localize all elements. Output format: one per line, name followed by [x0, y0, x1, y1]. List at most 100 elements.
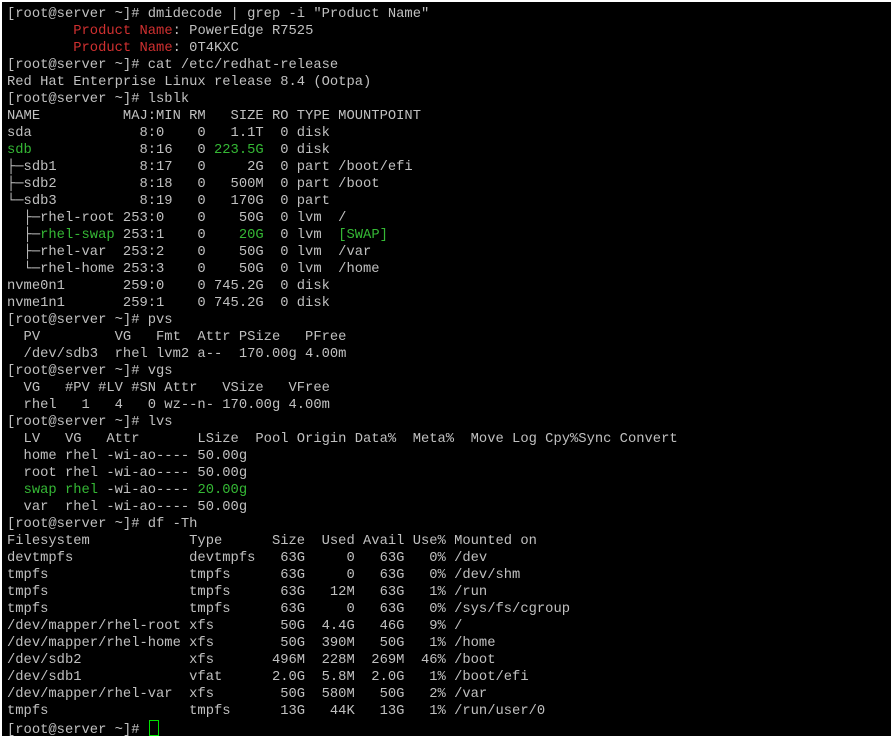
terminal-line: sdb 8:16 0 223.5G 0 disk [7, 142, 330, 159]
terminal-text: [root@server ~]# df -Th [7, 517, 198, 532]
terminal-line: tmpfs tmpfs 13G 44K 13G 1% /run/user/0 [7, 703, 545, 720]
terminal-line: sda 8:0 0 1.1T 0 disk [7, 125, 330, 142]
terminal-text: home rhel -wi-ao---- 50.00g [7, 449, 248, 464]
terminal-line: [root@server ~]# df -Th [7, 516, 197, 533]
terminal-text: [root@server ~]# lsblk [7, 92, 190, 107]
terminal-text: 0 lvm [263, 228, 339, 243]
terminal-line: nvme0n1 259:0 0 745.2G 0 disk [7, 278, 330, 295]
terminal-text: devtmpfs devtmpfs 63G 0 63G 0% /dev [7, 551, 488, 566]
terminal-text: Product Name [73, 41, 173, 56]
terminal-text: ├─rhel-var 253:2 0 50G 0 lvm /var [7, 245, 372, 260]
terminal-text: /dev/mapper/rhel-home xfs 50G 390M 50G 1… [7, 636, 496, 651]
terminal-line: tmpfs tmpfs 63G 12M 63G 1% /run [7, 584, 487, 601]
terminal-text: swap rhel [23, 483, 99, 498]
terminal-line: VG #PV #LV #SN Attr VSize VFree [7, 380, 330, 397]
terminal-text: └─sdb3 8:19 0 170G 0 part [7, 194, 330, 209]
terminal-line: /dev/sdb2 xfs 496M 228M 269M 46% /boot [7, 652, 496, 669]
terminal-line: ├─rhel-var 253:2 0 50G 0 lvm /var [7, 244, 372, 261]
terminal-line: tmpfs tmpfs 63G 0 63G 0% /sys/fs/cgroup [7, 601, 570, 618]
terminal-line: ├─rhel-root 253:0 0 50G 0 lvm / [7, 210, 347, 227]
terminal-line: [root@server ~]# dmidecode | grep -i "Pr… [7, 6, 429, 23]
terminal-line: └─sdb3 8:19 0 170G 0 part [7, 193, 330, 210]
terminal-text: /dev/mapper/rhel-var xfs 50G 580M 50G 2%… [7, 687, 488, 702]
terminal-line: /dev/sdb3 rhel lvm2 a-- 170.00g 4.00m [7, 346, 347, 363]
terminal-text: VG #PV #LV #SN Attr VSize VFree [7, 381, 330, 396]
prompt-line[interactable]: [root@server ~]# [7, 720, 159, 736]
terminal-text: LV VG Attr LSize Pool Origin Data% Meta%… [7, 432, 678, 447]
terminal-line: PV VG Fmt Attr PSize PFree [7, 329, 347, 346]
terminal-text: NAME MAJ:MIN RM SIZE RO TYPE MOUNTPOINT [7, 109, 421, 124]
terminal-line: swap rhel -wi-ao---- 20.00g [7, 482, 248, 499]
terminal-text: tmpfs tmpfs 63G 0 63G 0% /dev/shm [7, 568, 521, 583]
terminal-text: [root@server ~]# pvs [7, 313, 173, 328]
terminal-text: sda 8:0 0 1.1T 0 disk [7, 126, 330, 141]
terminal-text: sdb [7, 143, 32, 158]
terminal-text: ├─sdb1 8:17 0 2G 0 part /boot/efi [7, 160, 413, 175]
terminal-line: LV VG Attr LSize Pool Origin Data% Meta%… [7, 431, 678, 448]
terminal-line: ├─rhel-swap 253:1 0 20G 0 lvm [SWAP] [7, 227, 388, 244]
text-cursor[interactable] [148, 720, 159, 736]
terminal-text: [root@server ~]# cat /etc/redhat-release [7, 58, 339, 73]
terminal-line: devtmpfs devtmpfs 63G 0 63G 0% /dev [7, 550, 487, 567]
terminal-line: [root@server ~]# lvs [7, 414, 173, 431]
terminal-line: tmpfs tmpfs 63G 0 63G 0% /dev/shm [7, 567, 520, 584]
terminal-line: var rhel -wi-ao---- 50.00g [7, 499, 248, 516]
terminal-line: /dev/mapper/rhel-var xfs 50G 580M 50G 2%… [7, 686, 487, 703]
terminal-text: tmpfs tmpfs 13G 44K 13G 1% /run/user/0 [7, 704, 546, 719]
terminal-text: PV VG Fmt Attr PSize PFree [7, 330, 347, 345]
terminal-text: root rhel -wi-ao---- 50.00g [7, 466, 248, 481]
terminal-line: Red Hat Enterprise Linux release 8.4 (Oo… [7, 74, 371, 91]
terminal-line: Product Name: PowerEdge R7525 [7, 23, 313, 40]
terminal-text: rhel-swap [40, 228, 115, 243]
terminal-text: [root@server ~]# dmidecode | grep -i "Pr… [7, 7, 430, 22]
terminal-text: 223.5G [214, 143, 264, 158]
terminal-text: ├─ [7, 228, 41, 243]
terminal-text: /dev/sdb3 rhel lvm2 a-- 170.00g 4.00m [7, 347, 347, 362]
terminal-line: ├─sdb2 8:18 0 500M 0 part /boot [7, 176, 380, 193]
terminal-text: /dev/mapper/rhel-root xfs 50G 4.4G 46G 9… [7, 619, 463, 634]
terminal-line: home rhel -wi-ao---- 50.00g [7, 448, 248, 465]
terminal-text: 0 disk [263, 143, 330, 158]
terminal-text: : 0T4KXC [172, 41, 239, 56]
terminal-line: ├─sdb1 8:17 0 2G 0 part /boot/efi [7, 159, 413, 176]
terminal-text: var rhel -wi-ao---- 50.00g [7, 500, 248, 515]
terminal-text: : PowerEdge R7525 [172, 24, 314, 39]
terminal-text: Filesystem Type Size Used Avail Use% Mou… [7, 534, 537, 549]
terminal-line: [root@server ~]# cat /etc/redhat-release [7, 57, 338, 74]
terminal-text: 8:16 0 [31, 143, 214, 158]
terminal-text: └─rhel-home 253:3 0 50G 0 lvm /home [7, 262, 380, 277]
terminal-line: /dev/sdb1 vfat 2.0G 5.8M 2.0G 1% /boot/e… [7, 669, 529, 686]
terminal-line: NAME MAJ:MIN RM SIZE RO TYPE MOUNTPOINT [7, 108, 421, 125]
terminal-text: [SWAP] [338, 228, 388, 243]
terminal-text: Product Name [73, 24, 173, 39]
terminal-text: ├─rhel-root 253:0 0 50G 0 lvm / [7, 211, 347, 226]
terminal-text: tmpfs tmpfs 63G 12M 63G 1% /run [7, 585, 488, 600]
terminal-line: └─rhel-home 253:3 0 50G 0 lvm /home [7, 261, 380, 278]
terminal-line: [root@server ~]# vgs [7, 363, 173, 380]
terminal-line: /dev/mapper/rhel-home xfs 50G 390M 50G 1… [7, 635, 496, 652]
terminal-line: Filesystem Type Size Used Avail Use% Mou… [7, 533, 537, 550]
terminal-text: 20.00g [197, 483, 248, 498]
terminal-text: nvme1n1 259:1 0 745.2G 0 disk [7, 296, 330, 311]
terminal-window[interactable]: [root@server ~]# dmidecode | grep -i "Pr… [2, 2, 891, 736]
terminal-text: Red Hat Enterprise Linux release 8.4 (Oo… [7, 75, 372, 90]
terminal-line: Product Name: 0T4KXC [7, 40, 239, 57]
terminal-text: ├─sdb2 8:18 0 500M 0 part /boot [7, 177, 380, 192]
terminal-text: 20G [238, 228, 264, 243]
terminal-line: [root@server ~]# lsblk [7, 91, 189, 108]
terminal-line: /dev/mapper/rhel-root xfs 50G 4.4G 46G 9… [7, 618, 462, 635]
terminal-line: nvme1n1 259:1 0 745.2G 0 disk [7, 295, 330, 312]
terminal-line: [root@server ~]# pvs [7, 312, 173, 329]
terminal-text: tmpfs tmpfs 63G 0 63G 0% /sys/fs/cgroup [7, 602, 571, 617]
terminal-text: /dev/sdb2 xfs 496M 228M 269M 46% /boot [7, 653, 496, 668]
terminal-line: rhel 1 4 0 wz--n- 170.00g 4.00m [7, 397, 330, 414]
terminal-text: -wi-ao---- [98, 483, 198, 498]
terminal-text: [root@server ~]# lvs [7, 415, 173, 430]
terminal-line: root rhel -wi-ao---- 50.00g [7, 465, 248, 482]
terminal-text: rhel 1 4 0 wz--n- 170.00g 4.00m [7, 398, 330, 413]
shell-prompt: [root@server ~]# [7, 723, 148, 736]
terminal-text: [root@server ~]# vgs [7, 364, 173, 379]
